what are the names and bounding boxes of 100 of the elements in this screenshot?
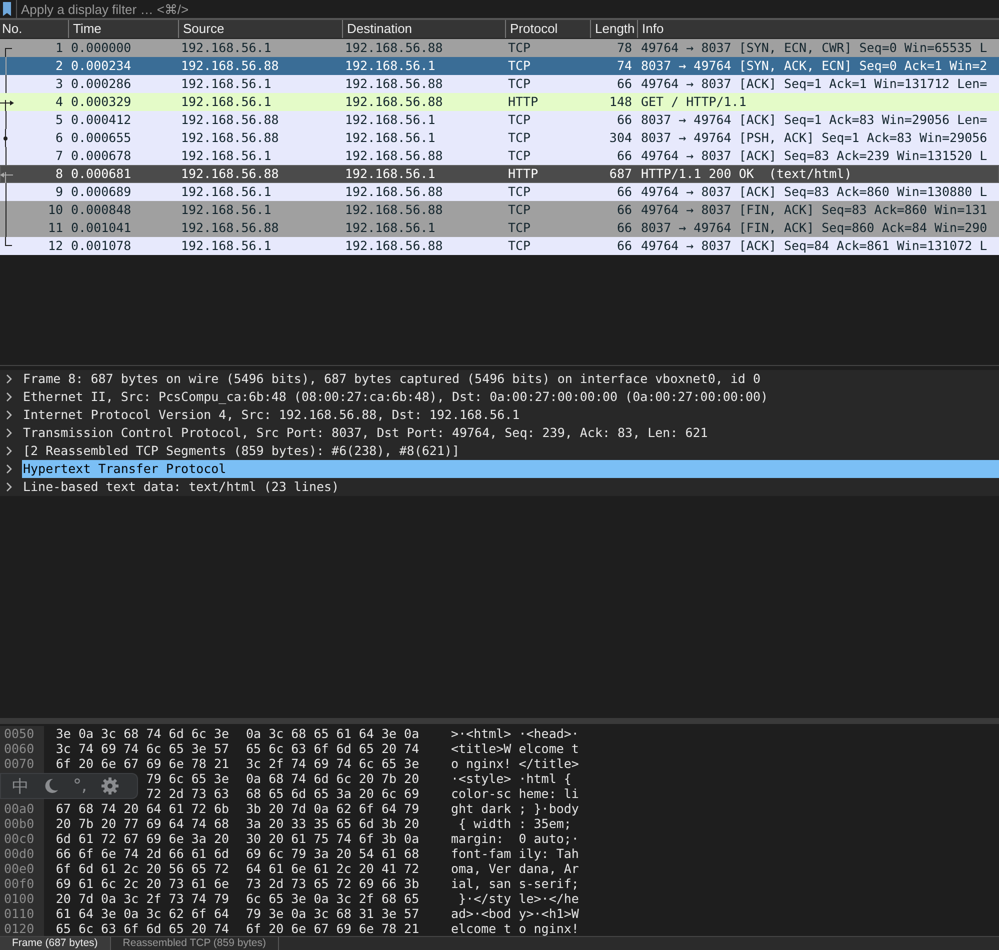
source-cell-text: 192.168.56.1: [180, 147, 272, 165]
time-cell-text: 0.000655: [70, 129, 132, 147]
hex-bytes: 6f 6d 61 2c 20 56 65 72: [56, 861, 229, 876]
hex-bytes: 6d 61 72 67 69 6e 3a 20: [56, 831, 229, 846]
hex-bytes: 20 7d 0a 3c 2f 73 74 79: [56, 891, 229, 906]
length-cell-text: 66: [616, 111, 633, 129]
source-cell-text: 192.168.56.88: [180, 57, 280, 75]
time-cell-text: 0.001078: [70, 237, 132, 255]
packet-row[interactable]: 4 0.000329 192.168.56.1 192.168.56.88 HTTP 148 GET / HTTP/1.1: [0, 93, 999, 111]
destination-cell-text: 192.168.56.1: [344, 111, 436, 129]
packet-number: 4: [54, 93, 64, 111]
length-cell-text: 66: [616, 237, 633, 255]
hex-bytes: 20 7b 20 77 69 64 74 68: [56, 816, 229, 831]
protocol-cell-text: TCP: [507, 147, 532, 165]
length-cell-text: 66: [616, 201, 633, 219]
packet-number: 10: [46, 201, 64, 219]
hex-bytes: 3c 2f 74 69 74 6c 65 3e: [246, 756, 420, 771]
byte-offset: 00e0: [4, 861, 34, 876]
packet-number: 11: [46, 219, 64, 237]
hex-bytes: 65 6c 63 6f 6d 65 20 74: [56, 921, 229, 936]
length-cell-text: 66: [616, 147, 633, 165]
protocol-tree-item[interactable]: Hypertext Transfer Protocol: [22, 460, 999, 478]
column-header[interactable]: Protocol: [505, 20, 590, 38]
column-header[interactable]: No.: [0, 20, 68, 38]
destination-cell-text: 192.168.56.88: [344, 93, 444, 111]
hex-bytes: 66 6f 6e 74 2d 66 61 6d: [56, 846, 229, 861]
info-cell-text: 49764 → 8037 [ACK] Seq=84 Ack=861 Win=131072 L: [640, 237, 988, 255]
protocol-cell-text: TCP: [507, 219, 532, 237]
packet-row[interactable]: 1 0.000000 192.168.56.1 192.168.56.88 TCP 78 49764 → 8037 [SYN, ECN, CWR] Seq=0 Win=65535 L: [0, 39, 999, 57]
packet-number: 8: [54, 165, 64, 183]
time-cell-text: 0.000329: [70, 93, 132, 111]
ascii-text: color-sc heme: li: [451, 786, 579, 801]
ascii-text: font-fam ily: Tah: [451, 846, 579, 861]
packet-row[interactable]: 3 0.000286 192.168.56.1 192.168.56.88 TCP 66 49764 → 8037 [ACK] Seq=1 Ack=1 Win=131712 Len=: [0, 75, 999, 93]
packet-row[interactable]: 11 0.001041 192.168.56.88 192.168.56.1 TCP 66 8037 → 49764 [FIN, ACK] Seq=860 Ack=84 Win=290: [0, 219, 999, 237]
packet-number: 7: [54, 147, 64, 165]
time-cell-text: 0.000000: [70, 39, 132, 57]
hex-bytes: 72 2d 73 63: [146, 786, 229, 801]
hex-bytes: 0a 3c 68 65 61 64 3e 0a: [246, 726, 420, 741]
source-cell-text: 192.168.56.1: [180, 237, 272, 255]
packet-row[interactable]: 8 0.000681 192.168.56.88 192.168.56.1 HTTP 687 HTTP/1.1 200 OK (text/html): [0, 165, 999, 183]
source-cell-text: 192.168.56.1: [180, 93, 272, 111]
column-header[interactable]: Destination: [342, 20, 505, 38]
packet-row[interactable]: 9 0.000689 192.168.56.1 192.168.56.88 TCP 66 49764 → 8037 [ACK] Seq=83 Ack=860 Win=130880 L: [0, 183, 999, 201]
info-cell-text: 8037 → 49764 [PSH, ACK] Seq=1 Ack=83 Win=29056: [640, 129, 988, 147]
protocol-cell-text: TCP: [507, 111, 532, 129]
protocol-cell-text: TCP: [507, 201, 532, 219]
byte-offset: 00b0: [4, 816, 34, 831]
packet-row[interactable]: 7 0.000678 192.168.56.1 192.168.56.88 TCP 66 49764 → 8037 [ACK] Seq=83 Ack=239 Win=131520 L: [0, 147, 999, 165]
packet-row[interactable]: 10 0.000848 192.168.56.1 192.168.56.88 TCP 66 49764 → 8037 [FIN, ACK] Seq=83 Ack=860 Win=131: [0, 201, 999, 219]
destination-cell-text: 192.168.56.88: [344, 201, 444, 219]
info-cell-text: GET / HTTP/1.1: [640, 93, 748, 111]
hex-bytes: 61 64 3e 0a 3c 62 6f 64: [56, 906, 229, 921]
packet-number: 3: [54, 75, 64, 93]
length-cell-text: 304: [608, 129, 633, 147]
packet-row[interactable]: 6 0.000655 192.168.56.88 192.168.56.1 TCP 304 8037 → 49764 [PSH, ACK] Seq=1 Ack=83 Win=29056: [0, 129, 999, 147]
source-cell-text: 192.168.56.88: [180, 129, 280, 147]
bytes-tab[interactable]: Reassembled TCP (859 bytes): [110, 937, 279, 950]
protocol-cell-text: HTTP: [507, 93, 540, 111]
byte-offset: 00d0: [4, 846, 34, 861]
info-cell-text: 49764 → 8037 [SYN, ECN, CWR] Seq=0 Win=65535 L: [640, 39, 988, 57]
ascii-text: elcome t o nginx!: [451, 921, 579, 936]
hex-bytes: 64 61 6e 61 2c 20 41 72: [246, 861, 420, 876]
protocol-cell-text: TCP: [507, 75, 532, 93]
source-cell-text: 192.168.56.88: [180, 219, 280, 237]
hex-bytes: 3a 20 33 35 65 6d 3b 20: [246, 816, 420, 831]
source-cell-text: 192.168.56.1: [180, 75, 272, 93]
packet-row[interactable]: 5 0.000412 192.168.56.88 192.168.56.1 TCP 66 8037 → 49764 [ACK] Seq=1 Ack=83 Win=29056 Len=: [0, 111, 999, 129]
length-cell-text: 74: [616, 57, 633, 75]
packet-row[interactable]: 12 0.001078 192.168.56.1 192.168.56.88 TCP 66 49764 → 8037 [ACK] Seq=84 Ack=861 Win=131072 L: [0, 237, 999, 255]
column-header[interactable]: Time: [68, 20, 178, 38]
source-cell-text: 192.168.56.88: [180, 111, 280, 129]
bookmark-icon[interactable]: [2, 1, 12, 17]
info-cell-text: HTTP/1.1 200 OK (text/html): [640, 165, 853, 183]
destination-cell-text: 192.168.56.88: [344, 183, 444, 201]
byte-offset: 00a0: [4, 801, 34, 816]
hex-bytes: 30 20 61 75 74 6f 3b 0a: [246, 831, 420, 846]
bytes-tab[interactable]: Frame (687 bytes): [0, 937, 111, 950]
hex-bytes: 68 65 6d 65 3a 20 6c 69: [246, 786, 420, 801]
ascii-text: ght dark ; }·body: [451, 801, 579, 816]
time-cell-text: 0.000286: [70, 75, 132, 93]
byte-offset: 00f0: [4, 876, 34, 891]
ascii-text: margin: 0 auto;·: [451, 831, 579, 846]
column-header[interactable]: Info: [637, 20, 999, 38]
length-cell-text: 78: [616, 39, 633, 57]
hex-bytes: 3b 20 7d 0a 62 6f 64 79: [246, 801, 420, 816]
hex-bytes: 79 6c 65 3e: [146, 771, 229, 786]
time-cell-text: 0.000848: [70, 201, 132, 219]
info-cell-text: 8037 → 49764 [FIN, ACK] Seq=860 Ack=84 Win=290: [640, 219, 988, 237]
column-header[interactable]: Length: [590, 20, 637, 38]
column-header[interactable]: Source: [178, 20, 342, 38]
packet-row[interactable]: 2 0.000234 192.168.56.88 192.168.56.1 TCP 74 8037 → 49764 [SYN, ACK, ECN] Seq=0 Ack=1 Win=2: [0, 57, 999, 75]
info-cell-text: 8037 → 49764 [ACK] Seq=1 Ack=83 Win=29056 Len=: [640, 111, 988, 129]
info-cell-text: 49764 → 8037 [ACK] Seq=83 Ack=860 Win=130880 L: [640, 183, 988, 201]
source-cell-text: 192.168.56.1: [180, 183, 272, 201]
byte-offset: 00c0: [4, 831, 34, 846]
ascii-text: oma, Ver dana, Ar: [451, 861, 579, 876]
info-cell-text: 8037 → 49764 [SYN, ACK, ECN] Seq=0 Ack=1 Win=2: [640, 57, 988, 75]
destination-cell-text: 192.168.56.88: [344, 147, 444, 165]
protocol-cell-text: TCP: [507, 237, 532, 255]
